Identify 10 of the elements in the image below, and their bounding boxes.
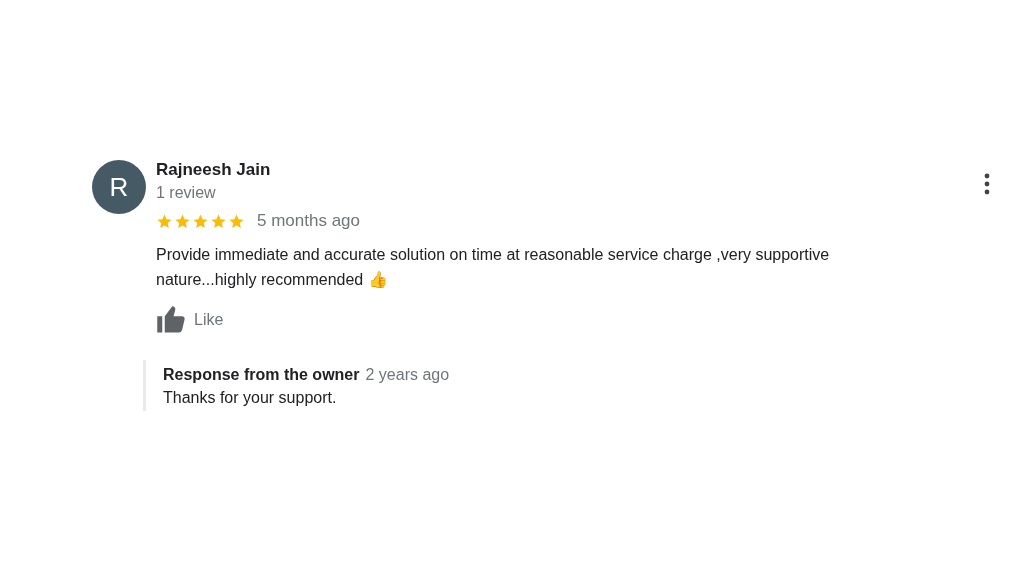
review-count: 1 review — [156, 183, 217, 203]
thumbs-up-icon — [156, 305, 186, 335]
response-title: Response from the owner — [163, 366, 360, 383]
avatar: R — [92, 160, 146, 214]
response-text: Thanks for your support. — [163, 389, 338, 407]
review-text: Provide immediate and accurate solution on time at reasonable service charge ,very supportive nature...highly recommended 👍 — [156, 246, 830, 288]
response-time: 2 years ago — [365, 366, 450, 383]
author-name[interactable]: Rajneesh Jain — [156, 159, 908, 181]
like-button[interactable]: Like — [156, 305, 224, 335]
review-time: 5 months ago — [257, 211, 360, 231]
